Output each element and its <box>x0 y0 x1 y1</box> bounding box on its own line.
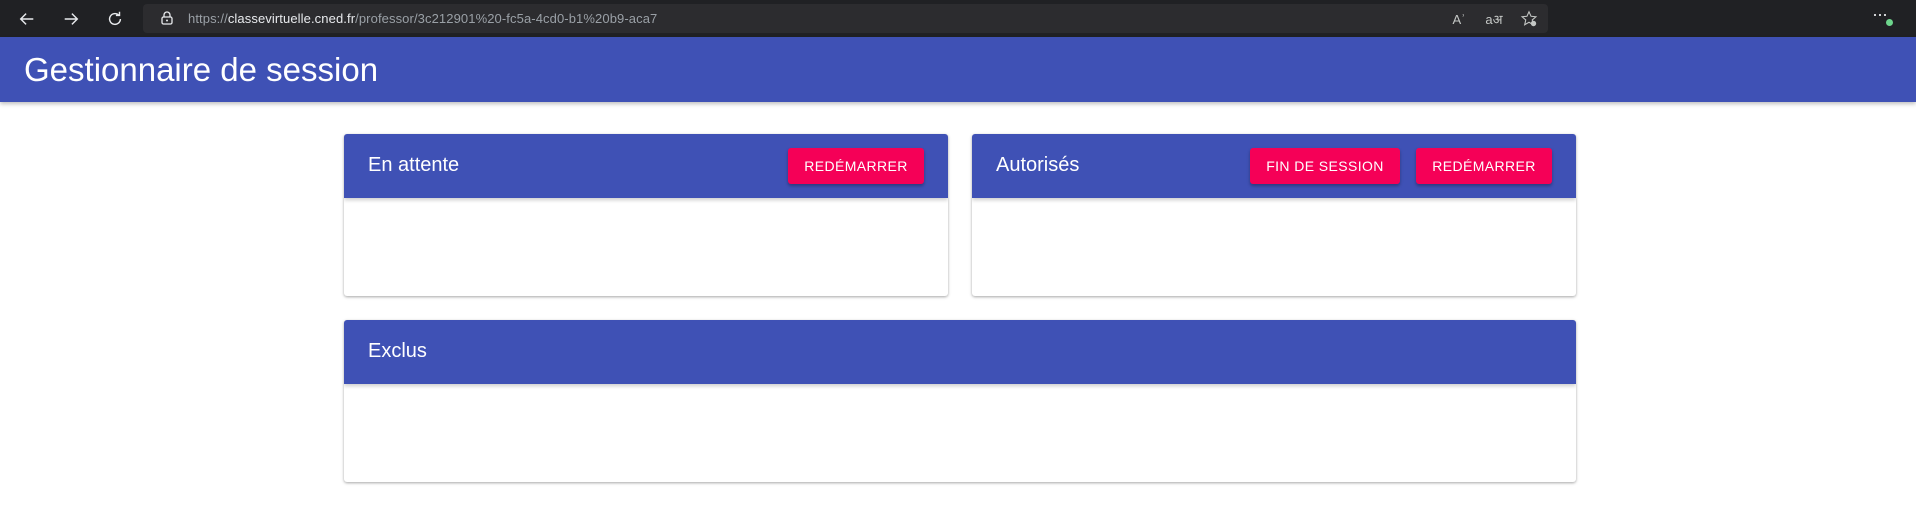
url-text: https://classevirtuelle.cned.fr/professo… <box>188 11 657 26</box>
authorized-panel: Autorisés FIN DE SESSION REDÉMARRER <box>972 134 1576 296</box>
excluded-panel-title: Exclus <box>368 340 427 362</box>
page-title: Gestionnaire de session <box>24 51 379 88</box>
favorite-icon[interactable] <box>1519 9 1539 29</box>
translate-icon[interactable]: aअ <box>1484 9 1504 29</box>
back-icon[interactable] <box>14 6 40 32</box>
update-badge-icon <box>1885 18 1894 27</box>
refresh-icon[interactable] <box>102 6 128 32</box>
url-scheme: https:// <box>188 11 228 26</box>
url-path: /professor/3c212901%20-fc5a-4cd0-b1%20b9… <box>355 11 658 26</box>
waiting-panel-title: En attente <box>368 154 460 176</box>
read-aloud-icon[interactable]: Aʾ <box>1449 9 1469 29</box>
lock-icon[interactable] <box>159 10 175 26</box>
excluded-panel: Exclus <box>344 320 1576 482</box>
waiting-panel-header: En attente REDÉMARRER <box>344 134 948 198</box>
authorized-panel-title: Autorisés <box>996 154 1080 176</box>
authorized-panel-header: Autorisés FIN DE SESSION REDÉMARRER <box>972 134 1576 198</box>
end-session-button[interactable]: FIN DE SESSION <box>1250 148 1400 184</box>
address-bar[interactable]: https://classevirtuelle.cned.fr/professo… <box>143 4 1548 33</box>
authorized-restart-button[interactable]: REDÉMARRER <box>1416 148 1552 184</box>
url-host: classevirtuelle.cned.fr <box>227 11 356 26</box>
excluded-panel-header: Exclus <box>344 320 1576 384</box>
waiting-restart-button[interactable]: REDÉMARRER <box>788 148 924 184</box>
browser-toolbar: https://classevirtuelle.cned.fr/professo… <box>0 0 1916 37</box>
app-bar: Gestionnaire de session <box>0 37 1916 102</box>
forward-icon[interactable] <box>58 6 84 32</box>
waiting-panel: En attente REDÉMARRER <box>344 134 948 296</box>
